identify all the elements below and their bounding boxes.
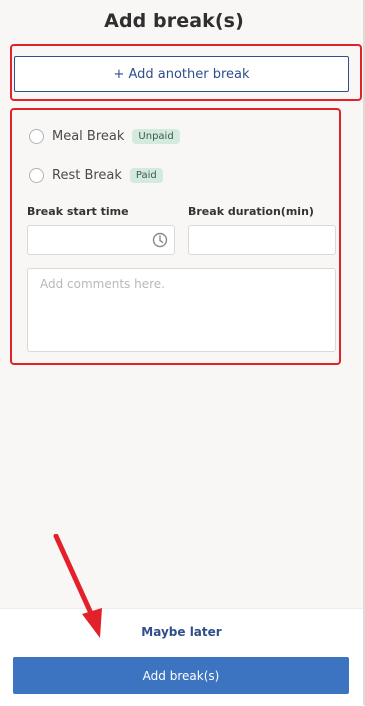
- rest-break-label: Rest Break: [52, 167, 122, 183]
- rest-break-option[interactable]: Rest Break Paid: [29, 164, 163, 186]
- meal-break-option[interactable]: Meal Break Unpaid: [29, 125, 180, 147]
- break-duration-label: Break duration(min): [188, 205, 314, 218]
- break-start-time-label: Break start time: [27, 205, 129, 218]
- add-breaks-label: Add break(s): [142, 668, 220, 683]
- break-card: Meal Break Unpaid Rest Break Paid Break …: [15, 113, 337, 360]
- rest-break-radio[interactable]: [29, 167, 44, 183]
- meal-break-radio[interactable]: [29, 128, 44, 144]
- footer: Maybe later Add break(s): [0, 608, 363, 706]
- comments-textarea[interactable]: Add comments here.: [27, 268, 336, 352]
- break-start-time-input[interactable]: [27, 225, 175, 255]
- add-breaks-button[interactable]: Add break(s): [13, 657, 349, 694]
- add-another-break-button[interactable]: + Add another break: [14, 56, 349, 92]
- meal-break-label: Meal Break: [52, 128, 125, 144]
- comments-placeholder: Add comments here.: [40, 277, 165, 291]
- paid-badge: Paid: [129, 167, 163, 183]
- page-title: Add break(s): [104, 10, 244, 32]
- clock-icon[interactable]: [152, 232, 168, 248]
- add-another-break-label: + Add another break: [113, 66, 250, 82]
- maybe-later-link[interactable]: Maybe later: [0, 625, 363, 639]
- break-duration-input[interactable]: [188, 225, 336, 255]
- unpaid-badge: Unpaid: [132, 128, 180, 144]
